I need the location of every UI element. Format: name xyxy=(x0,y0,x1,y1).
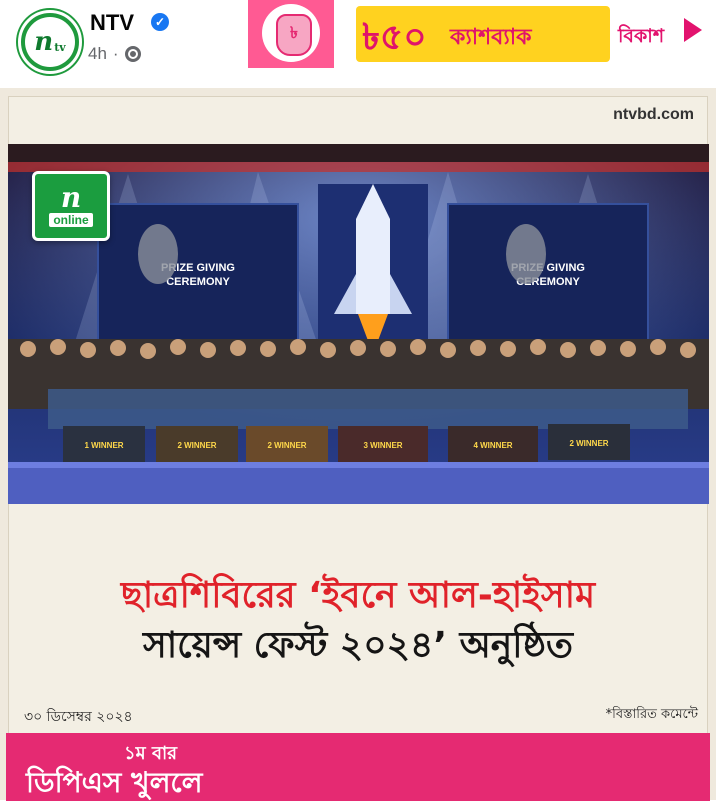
savings-pot-icon: ৳ xyxy=(276,14,312,56)
logo-online-label: online xyxy=(49,213,93,227)
bkash-ad-banner[interactable]: ১ম বার ডিপিএস খুললে xyxy=(6,733,710,801)
details-note: *বিস্তারিত কমেন্টে xyxy=(605,707,698,722)
svg-text:1 WINNER: 1 WINNER xyxy=(84,441,123,450)
svg-text:3 WINNER: 3 WINNER xyxy=(363,441,402,450)
ad-cashback-label: ক্যাশব্যাক xyxy=(450,25,532,50)
svg-text:CEREMONY: CEREMONY xyxy=(166,276,230,288)
event-photo: PRIZE GIVING CEREMONY PRIZE GIVING CEREM… xyxy=(8,144,709,504)
ad-cashback-amount: ৳৫০ xyxy=(362,17,427,58)
post-timestamp[interactable]: 4h xyxy=(88,44,107,64)
page-name[interactable]: NTV xyxy=(90,10,134,36)
globe-icon xyxy=(124,46,141,62)
page-avatar[interactable]: n tv xyxy=(18,10,82,74)
svg-text:4 WINNER: 4 WINNER xyxy=(473,441,512,450)
source-url: ntvbd.com xyxy=(613,106,694,123)
svg-text:2 WINNER: 2 WINNER xyxy=(267,441,306,450)
stage-illustration: PRIZE GIVING CEREMONY PRIZE GIVING CEREM… xyxy=(8,144,709,504)
bkash-bird-icon xyxy=(684,18,702,42)
verified-badge-icon: ✓ xyxy=(151,13,169,31)
post-meta: 4h · xyxy=(88,44,141,64)
logo-letter: n xyxy=(60,181,82,214)
ntv-online-logo: n online xyxy=(32,171,110,241)
meta-separator: · xyxy=(112,44,119,63)
post-date: ৩০ ডিসেম্বর ২০২৪ xyxy=(24,709,133,725)
ad-line-2: ডিপিএস খুললে xyxy=(26,766,203,799)
bkash-brand-label: বিকাশ xyxy=(618,25,665,47)
svg-text:2 WINNER: 2 WINNER xyxy=(177,441,216,450)
headline-line-2: সায়েন্স ফেস্ট ২০২৪’ অনুষ্ঠিত xyxy=(142,625,574,666)
svg-text:2 WINNER: 2 WINNER xyxy=(569,439,608,448)
post-image-card[interactable]: ntvbd.com PRIZE GIVING CEREMONY PRIZE GI… xyxy=(0,88,716,800)
ntv-logo-icon: n tv xyxy=(25,17,75,67)
